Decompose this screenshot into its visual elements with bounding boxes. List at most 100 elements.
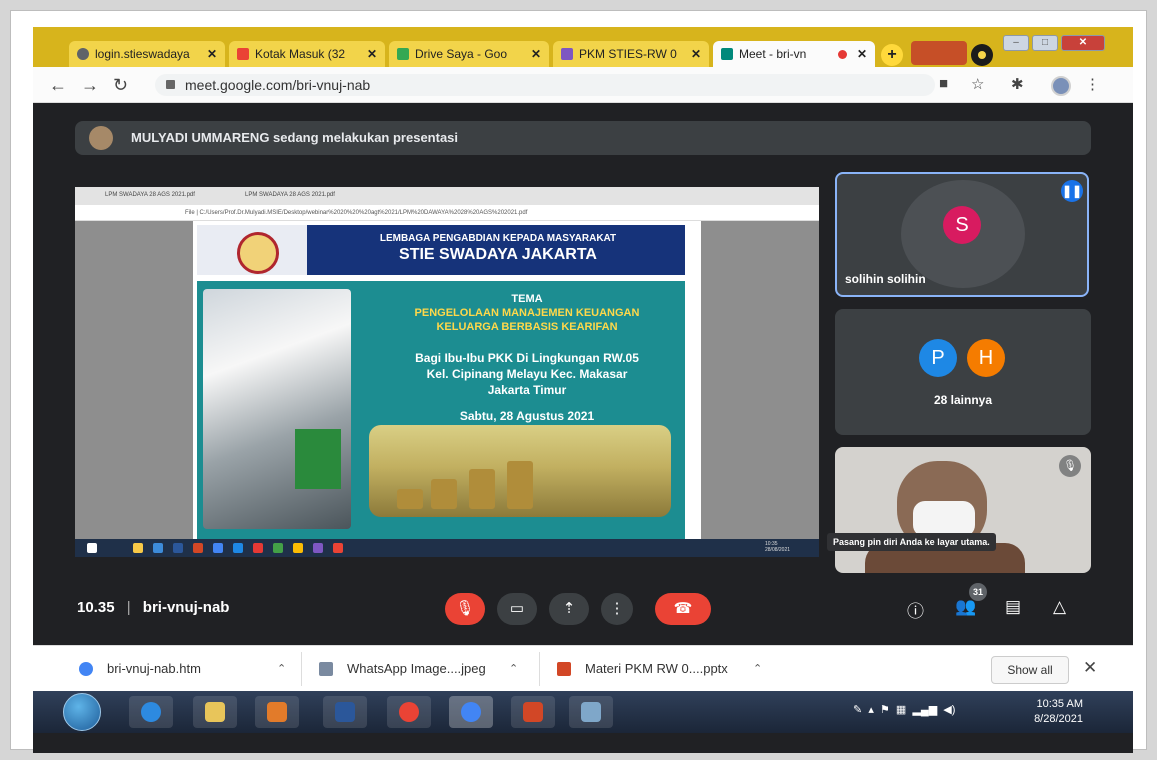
self-video-tile[interactable]: 🎙 <box>835 447 1091 573</box>
more-participants-label: 28 lainnya <box>933 393 993 407</box>
slide-header-line2: STIE SWADAYA JAKARTA <box>399 246 597 263</box>
participant-initial-avatar: S <box>943 206 981 244</box>
tab-gmail[interactable]: Kotak Masuk (32 ✕ <box>229 41 385 67</box>
show-all-button[interactable]: Show all <box>991 656 1069 684</box>
word-icon[interactable] <box>323 696 367 728</box>
close-icon[interactable]: ✕ <box>691 47 701 61</box>
monitor-screen: login.stieswadaya ✕ Kotak Masuk (32 ✕ Dr… <box>33 27 1133 753</box>
minimize-button[interactable]: – <box>1003 35 1029 51</box>
new-tab-button[interactable]: + <box>881 44 903 66</box>
globe-icon <box>77 48 89 60</box>
system-clock[interactable]: 10:35 AM 8/28/2021 <box>1023 697 1083 727</box>
start-button[interactable] <box>63 693 101 731</box>
participant-name: solihin solihin <box>845 272 926 286</box>
slide-theme-line1: PENGELOLAAN MANAJEMEN KEUANGAN <box>414 307 640 319</box>
menu-kebab-icon[interactable]: ⋮ <box>1085 75 1100 93</box>
shared-screen-taskbar: 10:35 28/08/2021 <box>75 539 819 557</box>
participant-initial-avatar: H <box>967 339 1005 377</box>
tab-meet[interactable]: Meet - bri-vn ✕ <box>713 41 875 67</box>
coins-plant-image <box>369 425 671 517</box>
maximize-button[interactable]: □ <box>1032 35 1058 51</box>
tab-drive[interactable]: Drive Saya - Goo ✕ <box>389 41 549 67</box>
tab-slides[interactable]: PKM STIES-RW 0 ✕ <box>553 41 709 67</box>
meeting-time: 10.35 <box>77 599 115 616</box>
presenter-banner: MULYADI UMMARENG sedang melakukan presen… <box>75 121 1091 155</box>
institution-logo <box>197 225 307 275</box>
inner-browser-tabs: LPM SWADAYA 28 AGS 2021.pdf LPM SWADAYA … <box>75 187 819 205</box>
meet-control-bar: 10.35 | bri-vnuj-nab 🎙 ▭ ⇡ ⋮ ☎ ⓘ 31 👥 ▤ … <box>33 583 1133 631</box>
more-options-button[interactable]: ⋮ <box>601 593 633 625</box>
recording-dot-icon <box>837 49 847 59</box>
meet-icon <box>721 48 733 60</box>
present-button[interactable]: ⇡ <box>549 593 589 625</box>
mic-off-icon: 🎙 <box>455 600 475 617</box>
activities-icon[interactable]: △ <box>1053 597 1066 617</box>
window-preview-icon[interactable] <box>569 696 613 728</box>
others-tile[interactable]: P H 28 lainnya <box>835 309 1091 435</box>
download-item[interactable]: Materi PKM RW 0....pptx ⌃ <box>557 657 762 681</box>
chrome-active-icon[interactable] <box>449 696 493 728</box>
chevron-up-icon[interactable]: ⌃ <box>277 657 286 681</box>
ie-icon[interactable] <box>129 696 173 728</box>
presentation-slide: LEMBAGA PENGABDIAN KEPADA MASYARAKAT STI… <box>193 221 701 539</box>
chrome-icon[interactable] <box>387 696 431 728</box>
shared-screen: LPM SWADAYA 28 AGS 2021.pdf LPM SWADAYA … <box>75 187 819 557</box>
inner-url: File | C:/Users/Prof.Dr.Mulyadi.MSIE/Des… <box>75 205 819 221</box>
download-item[interactable]: WhatsApp Image....jpeg ⌃ <box>319 657 518 681</box>
mic-off-button[interactable]: 🎙 <box>445 593 485 625</box>
slide-body: TEMA PENGELOLAAN MANAJEMEN KEUANGAN KELU… <box>197 281 685 539</box>
mic-off-icon: 🎙 <box>1059 455 1081 477</box>
presenter-avatar <box>89 126 113 150</box>
close-icon[interactable]: ✕ <box>367 47 377 61</box>
tab-login[interactable]: login.stieswadaya ✕ <box>69 41 225 67</box>
hangup-icon: ☎ <box>673 600 693 617</box>
chat-icon[interactable]: ▤ <box>1005 597 1021 617</box>
chevron-up-icon[interactable]: ⌃ <box>753 657 762 681</box>
leave-call-button[interactable]: ☎ <box>655 593 711 625</box>
camera-indicator-icon[interactable]: ■ <box>939 75 948 92</box>
profile-avatar[interactable] <box>1051 76 1071 96</box>
drive-icon <box>397 48 409 60</box>
close-icon[interactable]: ✕ <box>857 47 867 61</box>
chevron-up-icon[interactable]: ⌃ <box>509 657 518 681</box>
participant-tile-solihin[interactable]: S ❚❚ solihin solihin <box>835 172 1089 297</box>
camera-icon: ▭ <box>509 600 525 617</box>
info-icon[interactable]: ⓘ <box>907 597 924 622</box>
browser-tab-strip: login.stieswadaya ✕ Kotak Masuk (32 ✕ Dr… <box>33 27 1133 67</box>
system-tray-icons[interactable]: ✎ ▴ ⚑ ▦ ▂▄▆ ◀) <box>853 703 955 716</box>
slides-icon <box>561 48 573 60</box>
bookmark-star-icon[interactable]: ☆ <box>971 75 984 93</box>
camera-button[interactable]: ▭ <box>497 593 537 625</box>
forward-icon[interactable]: → <box>81 75 99 96</box>
address-bar-row: ← → ↻ meet.google.com/bri-vnuj-nab ■ ☆ ✱… <box>33 67 1133 103</box>
close-icon[interactable]: ✕ <box>1083 658 1097 678</box>
gmail-icon <box>237 48 249 60</box>
pin-tooltip: Pasang pin diri Anda ke layar utama. <box>827 533 996 551</box>
window-close-button[interactable]: ✕ <box>1061 35 1105 51</box>
slide-theme-line2: KELUARGA BERBASIS KEARIFAN <box>436 321 618 333</box>
inner-tab: LPM SWADAYA 28 AGS 2021.pdf <box>105 192 195 198</box>
extension-icon[interactable] <box>971 44 993 66</box>
windows-taskbar: ✎ ▴ ⚑ ▦ ▂▄▆ ◀) 10:35 AM 8/28/2021 <box>33 691 1133 733</box>
download-filename: bri-vnuj-nab.htm <box>107 661 201 676</box>
speaking-indicator-icon: ❚❚ <box>1061 180 1083 202</box>
inner-clock: 10:35 28/08/2021 <box>765 541 791 553</box>
close-icon[interactable]: ✕ <box>207 47 217 61</box>
extensions-puzzle-icon[interactable]: ✱ <box>1011 75 1024 93</box>
slide-tema: TEMA <box>511 293 543 305</box>
slide-subtitle-2: Kel. Cipinang Melayu Kec. Makasar <box>426 367 628 381</box>
download-item[interactable]: bri-vnuj-nab.htm ⌃ <box>79 657 286 681</box>
explorer-icon[interactable] <box>193 696 237 728</box>
back-icon[interactable]: ← <box>49 75 67 96</box>
url-field[interactable]: meet.google.com/bri-vnuj-nab <box>155 74 935 96</box>
download-filename: Materi PKM RW 0....pptx <box>585 661 728 676</box>
download-shelf: bri-vnuj-nab.htm ⌃ WhatsApp Image....jpe… <box>33 645 1133 691</box>
powerpoint-icon[interactable] <box>511 696 555 728</box>
reload-icon[interactable]: ↻ <box>113 75 128 96</box>
chrome-file-icon <box>79 662 93 676</box>
media-icon[interactable] <box>255 696 299 728</box>
clock-date: 8/28/2021 <box>1034 713 1083 725</box>
people-icon[interactable]: 👥 <box>955 597 976 617</box>
close-icon[interactable]: ✕ <box>531 47 541 61</box>
blurred-region <box>911 41 967 65</box>
